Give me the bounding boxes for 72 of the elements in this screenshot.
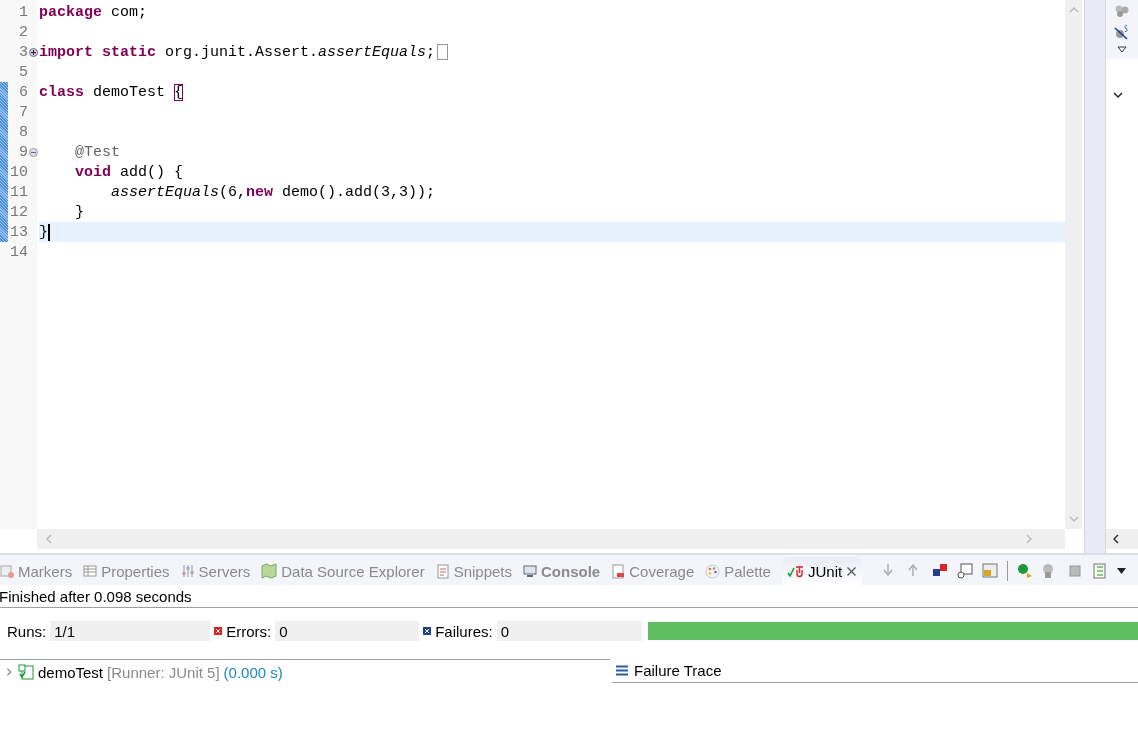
- document-icon: [435, 563, 450, 579]
- counter-label: Runs:: [7, 622, 47, 640]
- line-number: 5: [18, 63, 28, 81]
- error-filter-icon[interactable]: [932, 563, 949, 579]
- counter-label: Failures:: [435, 622, 493, 640]
- dropdown-icon[interactable]: [1117, 46, 1127, 53]
- view-tab[interactable]: Snippets: [435, 557, 517, 585]
- line-number: 10: [9, 163, 28, 181]
- close-icon[interactable]: [846, 565, 858, 577]
- counter-value: 0: [275, 621, 420, 641]
- line-number: 9: [18, 143, 28, 161]
- vertical-scrollbar[interactable]: [1065, 0, 1083, 529]
- view-tab[interactable]: Servers: [180, 557, 256, 585]
- line-number: 12: [9, 203, 28, 221]
- test-class-icon: [18, 664, 34, 680]
- counter-label: Errors:: [226, 622, 272, 640]
- counter-value: 0: [496, 621, 642, 641]
- rerun-icon[interactable]: [1017, 563, 1034, 579]
- list-icon: [616, 664, 628, 676]
- view-tab[interactable]: JUnit: [781, 557, 863, 585]
- view-tab[interactable]: Palette: [705, 557, 776, 585]
- text-cursor: [48, 223, 50, 241]
- counter-value: 1/1: [50, 621, 211, 641]
- status-text: Finished after 0.098 seconds: [0, 585, 1138, 608]
- horizontal-scrollbar[interactable]: [1106, 529, 1138, 549]
- view-tab[interactable]: Data Source Explorer: [261, 557, 430, 585]
- view-tab[interactable]: Console: [523, 557, 606, 585]
- line-number: 8: [18, 123, 28, 141]
- failure-icon: [423, 627, 432, 635]
- table-icon: [83, 564, 98, 578]
- line-number: 1: [18, 3, 28, 21]
- chevron-right-icon[interactable]: [4, 667, 14, 677]
- view-menu-icon[interactable]: [1117, 567, 1127, 575]
- code-line: class demoTest {: [39, 83, 184, 101]
- error-icon: [214, 627, 223, 635]
- line-number: 11: [9, 183, 28, 201]
- monitor-icon: [523, 564, 537, 578]
- palette-icon: [705, 563, 721, 579]
- horizontal-scrollbar[interactable]: [37, 529, 1066, 549]
- scroll-down-icon[interactable]: [1067, 513, 1080, 525]
- code-line: assertEquals(6,new demo().add(3,3));: [110, 183, 436, 201]
- expand-icon[interactable]: [29, 47, 38, 57]
- line-number: 14: [9, 243, 28, 261]
- view-tab[interactable]: Coverage: [611, 557, 700, 585]
- code-editor[interactable]: 1 package com; 2 3 import static org.junit.Assert.assertEquals; 5 6 class demoTest { 7 8 9 @Test 10 void add() { 11 assertEquals(6,new demo().add(3,3)); 12 } 13 } 14: [0, 0, 1086, 553]
- view-tab[interactable]: Properties: [83, 557, 175, 585]
- document-icon: [611, 563, 626, 579]
- line-number: 2: [18, 23, 28, 41]
- line-number: 7: [18, 103, 28, 121]
- test-tree-item[interactable]: demoTest [Runner: JUnit 5] (0.000 s): [0, 662, 610, 682]
- code-line: package com;: [39, 3, 148, 21]
- map-icon: [261, 563, 278, 579]
- line-number: 13: [9, 223, 28, 241]
- line-number: 3: [18, 43, 28, 61]
- line-number: 6: [18, 83, 28, 101]
- test-name: demoTest: [38, 663, 104, 681]
- code-line: import static org.junit.Assert.assertEquals;: [39, 43, 436, 61]
- runner-label: [Runner: JUnit 5]: [107, 663, 220, 681]
- chevron-down-icon[interactable]: [1112, 89, 1125, 101]
- code-line: @Test: [74, 143, 120, 161]
- code-line: }: [39, 223, 48, 241]
- folded-code-marker[interactable]: [437, 44, 449, 60]
- junit-icon: [785, 563, 804, 579]
- view-tab[interactable]: Markers: [0, 557, 78, 585]
- code-line: }: [74, 203, 84, 221]
- sliders-icon: [180, 564, 195, 578]
- test-duration: (0.000 s): [223, 663, 283, 681]
- beans-icon[interactable]: [1114, 4, 1130, 18]
- code-line: void add() {: [74, 163, 184, 181]
- stop-icon[interactable]: [1067, 563, 1084, 579]
- failure-trace-title: Failure Trace: [634, 661, 722, 679]
- collapse-icon[interactable]: [29, 147, 38, 157]
